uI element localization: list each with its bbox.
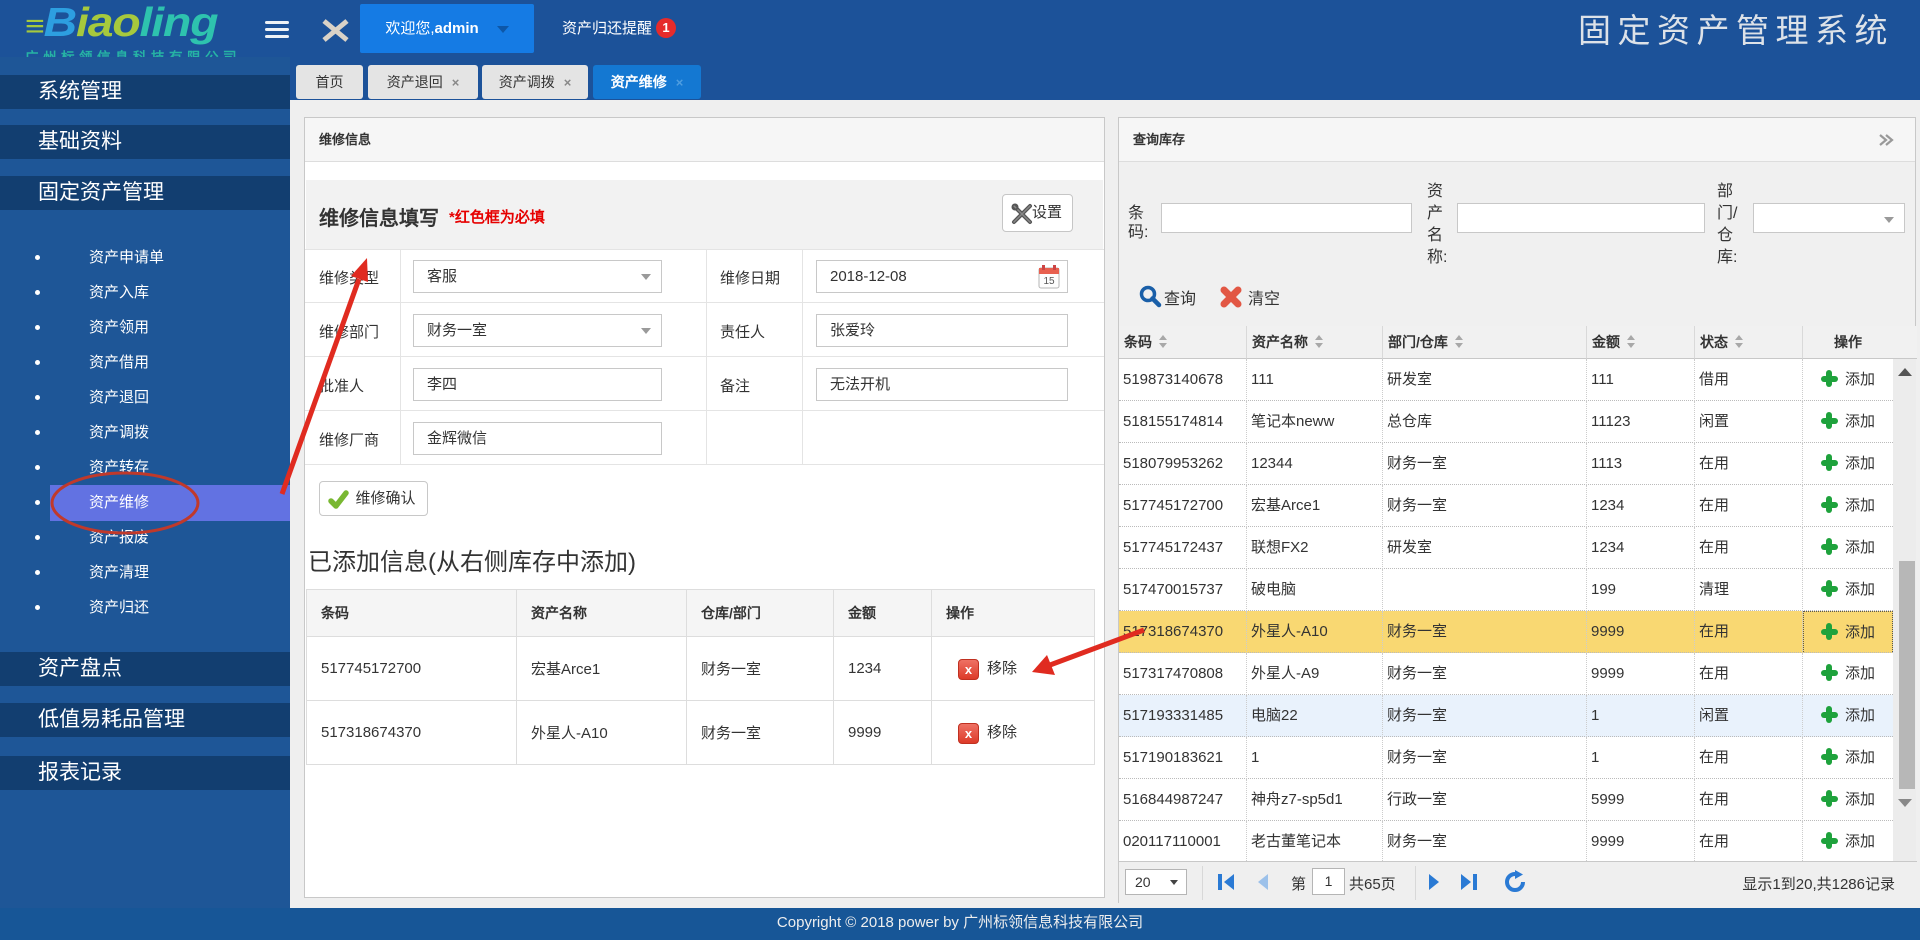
svg-text:15: 15 bbox=[1043, 276, 1055, 287]
